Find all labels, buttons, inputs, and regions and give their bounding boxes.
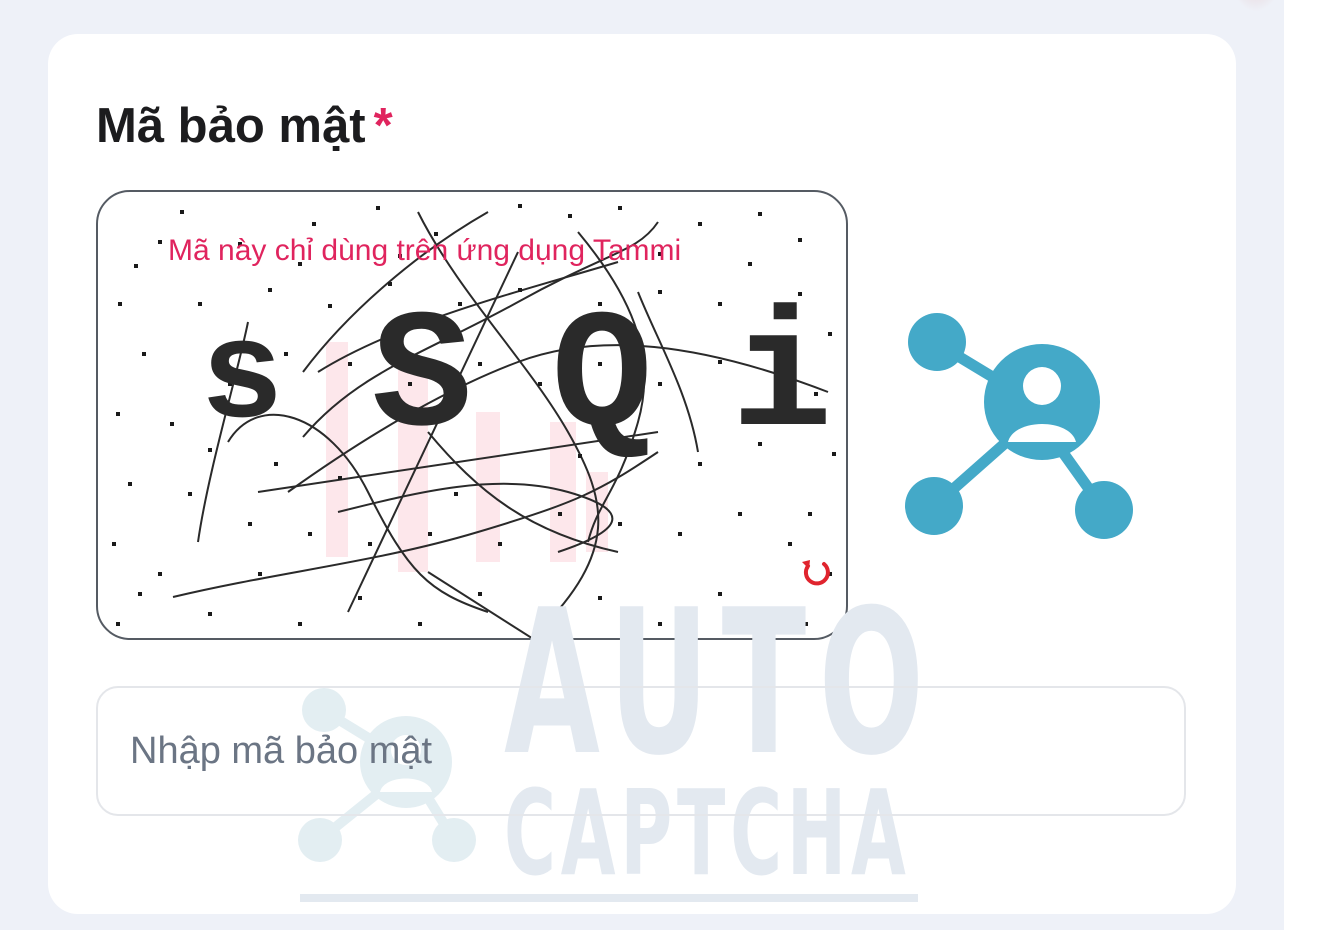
captcha-char: S <box>371 285 473 475</box>
captcha-image: Mã này chỉ dùng trên ứng dụng Tammi s S … <box>96 190 848 640</box>
captcha-notice: Mã này chỉ dùng trên ứng dụng Tammi <box>168 234 682 267</box>
network-user-icon <box>905 313 1133 539</box>
field-title-text: Mã bảo mật <box>96 99 366 153</box>
top-corner-element <box>1226 0 1286 12</box>
required-asterisk: * <box>373 99 393 153</box>
security-code-input[interactable] <box>96 686 1186 816</box>
refresh-icon[interactable] <box>796 552 836 592</box>
captcha-char: Q <box>551 285 653 475</box>
captcha-characters: s S Q i <box>152 285 846 475</box>
security-code-card: Mã bảo mật * Mã này chỉ dùng trên ứng dụ… <box>48 34 1236 914</box>
right-edge-strip <box>1284 0 1320 930</box>
captcha-char: s <box>199 300 284 459</box>
field-title: Mã bảo mật * <box>96 98 393 154</box>
captcha-char: i <box>731 285 833 475</box>
watermark-underline <box>300 894 918 902</box>
